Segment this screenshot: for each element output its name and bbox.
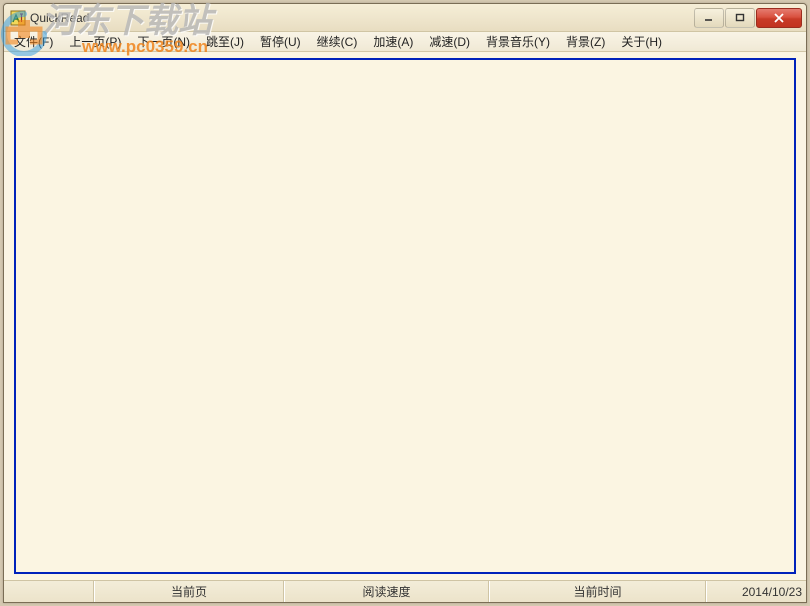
status-current-time: 当前时间 bbox=[489, 581, 706, 602]
status-current-time-label: 当前时间 bbox=[573, 583, 621, 600]
status-read-speed-label: 阅读速度 bbox=[362, 583, 410, 600]
status-current-page-label: 当前页 bbox=[171, 583, 207, 600]
status-spacer-left bbox=[4, 581, 94, 602]
menu-file[interactable]: 文件(F) bbox=[6, 32, 61, 51]
window-title: QuickRead bbox=[30, 11, 694, 25]
minimize-button[interactable] bbox=[694, 8, 724, 28]
status-current-page: 当前页 bbox=[94, 581, 284, 602]
menu-prev-page[interactable]: 上一页(P) bbox=[61, 32, 129, 51]
titlebar[interactable]: QuickRead bbox=[4, 4, 806, 32]
reader-panel[interactable] bbox=[14, 58, 796, 574]
menu-continue[interactable]: 继续(C) bbox=[309, 32, 366, 51]
menu-pause[interactable]: 暂停(U) bbox=[252, 32, 309, 51]
statusbar: 当前页 阅读速度 当前时间 2014/10/23 bbox=[4, 580, 806, 602]
app-icon bbox=[10, 10, 26, 26]
app-window: QuickRead 文件(F) 上一页(P) 下一页(N) 跳至(J) 暂停(U… bbox=[3, 3, 807, 603]
menu-speed-up[interactable]: 加速(A) bbox=[365, 32, 421, 51]
window-controls bbox=[694, 8, 802, 28]
menu-bg-music[interactable]: 背景音乐(Y) bbox=[478, 32, 558, 51]
menu-next-page[interactable]: 下一页(N) bbox=[129, 32, 198, 51]
menu-slow-down[interactable]: 减速(D) bbox=[421, 32, 478, 51]
menu-background[interactable]: 背景(Z) bbox=[558, 32, 613, 51]
content-area bbox=[4, 52, 806, 580]
menu-about[interactable]: 关于(H) bbox=[613, 32, 670, 51]
maximize-button[interactable] bbox=[725, 8, 755, 28]
close-button[interactable] bbox=[756, 8, 802, 28]
menubar: 文件(F) 上一页(P) 下一页(N) 跳至(J) 暂停(U) 继续(C) 加速… bbox=[4, 32, 806, 52]
status-date: 2014/10/23 bbox=[706, 581, 806, 602]
status-read-speed: 阅读速度 bbox=[284, 581, 489, 602]
status-date-value: 2014/10/23 bbox=[742, 585, 802, 599]
menu-jump-to[interactable]: 跳至(J) bbox=[198, 32, 252, 51]
